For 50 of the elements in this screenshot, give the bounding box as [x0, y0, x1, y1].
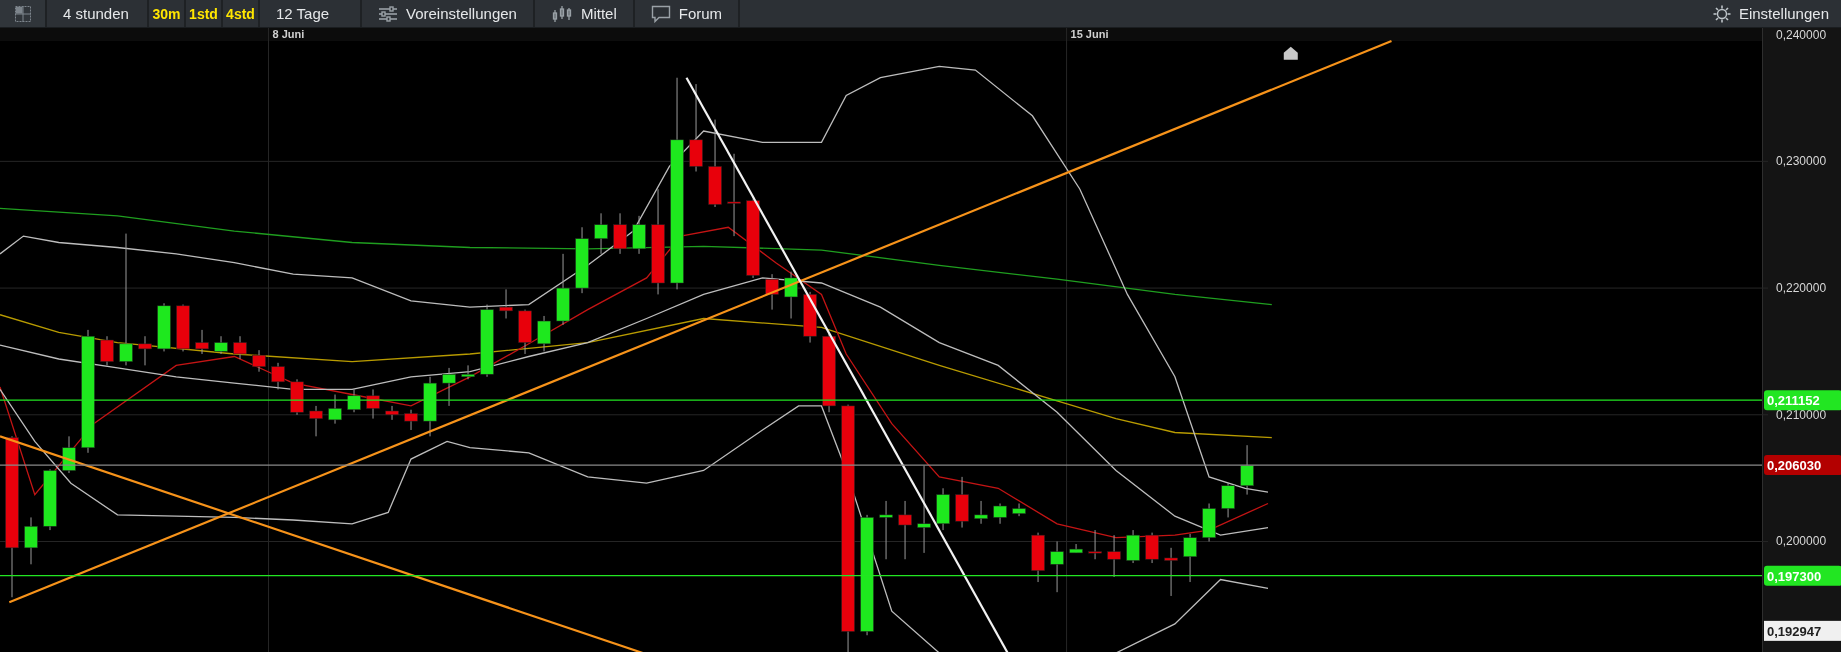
- candlestick: [803, 291, 817, 344]
- candlestick: [347, 388, 361, 413]
- grid-icon: [13, 4, 32, 23]
- candlestick: [214, 335, 228, 355]
- candlestick: [195, 329, 209, 355]
- gear-icon: [1712, 4, 1731, 23]
- price-tag: 0,197300: [1764, 565, 1841, 586]
- candlestick: [993, 503, 1007, 525]
- candlestick: [518, 309, 532, 355]
- candlestick: [233, 335, 247, 360]
- price-tag: 0,192947: [1764, 620, 1841, 641]
- sliders-icon: [378, 5, 398, 22]
- price-label: 0,220000: [1776, 281, 1827, 296]
- candlestick: [613, 212, 627, 255]
- price-tag: 0,211152: [1764, 390, 1841, 411]
- price-label: 0,200000: [1776, 534, 1827, 549]
- candlestick: [271, 362, 285, 390]
- candlestick: [138, 335, 152, 366]
- candlestick: [1069, 543, 1083, 554]
- candlestick: [1240, 444, 1254, 496]
- date-label: 15 Juni: [1070, 28, 1109, 40]
- interval-button[interactable]: 1std: [186, 0, 223, 27]
- marker-icon: [1283, 46, 1298, 60]
- candlestick: [632, 215, 646, 255]
- price-label: 0,240000: [1776, 28, 1827, 42]
- candlestick: [936, 487, 950, 531]
- price-label: 0,230000: [1776, 154, 1827, 169]
- candlestick: [594, 212, 608, 255]
- candlestick: [1221, 482, 1235, 518]
- candlestick: [537, 315, 551, 352]
- price-tag: 0,206030: [1764, 455, 1841, 476]
- layout-button[interactable]: [0, 0, 47, 27]
- candlestick: [1164, 547, 1178, 597]
- interval-button[interactable]: 30m: [149, 0, 186, 27]
- interval-button[interactable]: 4std: [223, 0, 260, 27]
- candlestick: [461, 364, 475, 380]
- date-label: 8 Juni: [272, 28, 305, 40]
- candlestick: [442, 367, 456, 407]
- candlestick: [62, 435, 76, 474]
- candlestick: [43, 468, 57, 531]
- candlestick: [176, 304, 190, 352]
- toolbar-button[interactable]: Einstellungen: [1696, 0, 1841, 27]
- speech-bubble-icon: [650, 4, 671, 23]
- candlestick: [974, 500, 988, 525]
- candlestick: [252, 349, 266, 373]
- candlestick: [955, 476, 969, 529]
- candlestick: [1012, 503, 1026, 517]
- candlestick: [100, 335, 114, 366]
- candles-icon: [550, 4, 573, 23]
- candlestick: [157, 302, 171, 352]
